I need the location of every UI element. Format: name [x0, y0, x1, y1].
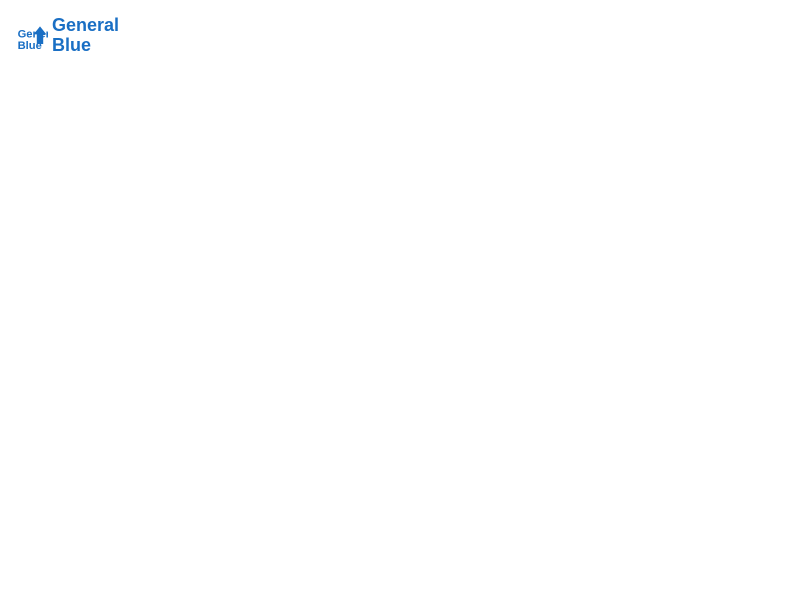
svg-text:General: General	[18, 28, 48, 40]
logo-text: General Blue	[52, 16, 119, 56]
header: General Blue General Blue	[16, 16, 776, 56]
logo: General Blue General Blue	[16, 16, 119, 56]
logo-icon: General Blue	[16, 20, 48, 52]
